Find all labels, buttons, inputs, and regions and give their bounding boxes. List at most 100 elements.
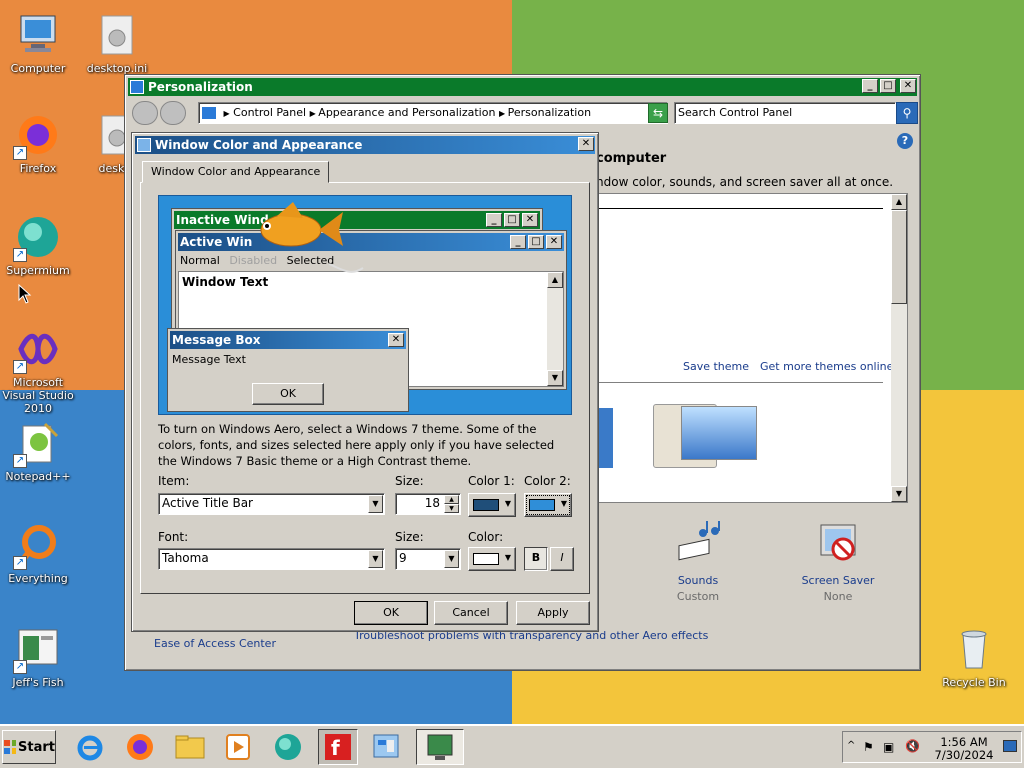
close-button[interactable]: ✕: [900, 79, 916, 93]
maximize-button[interactable]: □: [880, 79, 896, 93]
desktop-icon-label: Firefox: [19, 162, 57, 175]
shortcut-arrow-icon: ↗: [13, 660, 27, 674]
help-icon[interactable]: ?: [897, 133, 913, 149]
back-button[interactable]: [132, 101, 158, 125]
spin-down-icon[interactable]: ▼: [444, 504, 459, 513]
preview-msgbox-ok: OK: [252, 383, 324, 405]
color1-picker[interactable]: ▼: [468, 493, 516, 517]
font-color-picker[interactable]: ▼: [468, 547, 516, 571]
supermium-icon: [275, 734, 301, 760]
forward-button[interactable]: [160, 101, 186, 125]
dialog-close-button[interactable]: ✕: [578, 137, 594, 151]
ok-button[interactable]: OK: [354, 601, 428, 625]
desktop-icon-visual-studio[interactable]: ↗ Microsoft Visual Studio 2010: [0, 326, 76, 415]
control-panel-icon: [202, 107, 216, 119]
item-select-value: Active Title Bar: [162, 496, 253, 510]
taskbar-control-panel[interactable]: [366, 729, 406, 765]
breadcrumb-item[interactable]: Personalization: [508, 106, 591, 119]
sounds-icon: [678, 521, 720, 561]
dialog-title-bar[interactable]: Window Color and Appearance ✕: [135, 136, 595, 154]
shortcut-arrow-icon: ↗: [13, 146, 27, 160]
screen-saver-label[interactable]: Screen Saver: [798, 574, 878, 587]
get-more-themes-link[interactable]: Get more themes online: [760, 360, 893, 373]
window-color-dialog: Window Color and Appearance ✕ Window Col…: [131, 132, 599, 632]
breadcrumb-item[interactable]: Appearance and Personalization: [318, 106, 495, 119]
theme-thumbnail[interactable]: [597, 408, 613, 468]
taskbar-supermium[interactable]: [268, 729, 308, 765]
desktop-icon-computer[interactable]: Computer: [0, 12, 76, 75]
desktop-icon-everything[interactable]: ↗ Everything: [0, 522, 76, 585]
desktop-icon-recycle-bin[interactable]: Recycle Bin: [936, 626, 1012, 689]
color2-label: Color 2:: [524, 474, 571, 488]
chevron-down-icon[interactable]: ▼: [368, 495, 383, 513]
volume-muted-icon[interactable]: 🔇: [905, 739, 920, 753]
address-bar[interactable]: ▶ Control Panel ▶ Appearance and Persona…: [198, 102, 668, 124]
desktop-icon-notepad-plus-plus[interactable]: ↗ Notepad++: [0, 420, 76, 483]
minimize-button[interactable]: _: [862, 79, 878, 93]
shortcut-arrow-icon: ↗: [13, 454, 27, 468]
chevron-down-icon[interactable]: ▼: [368, 550, 383, 568]
taskbar-firefox[interactable]: [120, 729, 160, 765]
search-input[interactable]: Search Control Panel: [674, 102, 896, 124]
preview-minimize-icon: _: [510, 235, 526, 249]
preview-maximize-icon: □: [504, 213, 520, 227]
notepad-plus-plus-icon: ↗: [13, 420, 61, 468]
apply-button[interactable]: Apply: [516, 601, 590, 625]
spin-up-icon[interactable]: ▲: [444, 495, 459, 504]
theme-thumbnail[interactable]: [681, 406, 757, 460]
refresh-icon[interactable]: ⇆: [648, 103, 668, 123]
sounds-value: Custom: [676, 590, 720, 603]
taskbar-explorer[interactable]: [170, 729, 210, 765]
save-theme-link[interactable]: Save theme: [683, 360, 749, 373]
windows-logo-icon: [4, 740, 17, 754]
jeffs-fish-icon: ↗: [13, 626, 61, 674]
themes-scrollbar[interactable]: ▲ ▼: [891, 194, 907, 502]
desktop-icon-firefox[interactable]: ↗ Firefox: [0, 112, 76, 175]
action-center-flag-icon[interactable]: ⚑: [863, 740, 874, 754]
start-label: Start: [18, 739, 55, 755]
italic-toggle[interactable]: I: [550, 547, 574, 571]
desktop-icon-jeffs-fish[interactable]: ↗ Jeff's Fish: [0, 626, 76, 689]
clock-date: 7/30/2024: [934, 748, 994, 762]
show-hidden-icons-icon[interactable]: ^: [847, 740, 855, 751]
cancel-button[interactable]: Cancel: [434, 601, 508, 625]
navigation-bar: ▶ Control Panel ▶ Appearance and Persona…: [128, 99, 918, 127]
color2-picker[interactable]: ▼: [524, 493, 572, 517]
tab-window-color[interactable]: Window Color and Appearance: [142, 161, 330, 183]
item-select[interactable]: Active Title Bar ▼: [158, 493, 385, 515]
control-panel-icon: [130, 80, 144, 94]
taskbar-personalization[interactable]: [416, 729, 464, 765]
sounds-setting[interactable]: Sounds Custom: [668, 521, 728, 603]
search-icon[interactable]: ⚲: [896, 102, 918, 124]
scroll-up-icon[interactable]: ▲: [891, 194, 907, 210]
taskbar-media-player[interactable]: [218, 729, 258, 765]
size-spinner[interactable]: 18 ▲ ▼: [395, 493, 461, 515]
flash-icon: f: [325, 734, 351, 760]
show-desktop-icon[interactable]: [1003, 740, 1017, 752]
font-size-select[interactable]: 9 ▼: [395, 548, 461, 570]
size-label: Size:: [395, 474, 424, 488]
scrollbar-thumb[interactable]: [891, 210, 907, 304]
start-button[interactable]: Start: [2, 730, 56, 764]
folder-icon: [175, 735, 205, 759]
taskbar-ie[interactable]: [70, 729, 110, 765]
font-color-swatch: [473, 553, 499, 565]
scroll-down-icon[interactable]: ▼: [891, 486, 907, 502]
network-icon[interactable]: ▣: [883, 740, 894, 754]
desktop-icon-supermium[interactable]: ↗ Supermium: [0, 214, 76, 277]
ease-of-access-link[interactable]: Ease of Access Center: [154, 637, 276, 650]
breadcrumb-item[interactable]: Control Panel: [233, 106, 306, 119]
screen-saver-setting[interactable]: Screen Saver None: [798, 521, 878, 603]
personalization-title-bar[interactable]: Personalization _ □ ✕: [128, 78, 917, 96]
screen-saver-icon: [820, 524, 856, 561]
divider: [597, 382, 883, 383]
taskbar-flash[interactable]: f: [318, 729, 358, 765]
desktop-icon-desktop-ini[interactable]: desktop.ini: [79, 12, 155, 75]
font-select[interactable]: Tahoma ▼: [158, 548, 385, 570]
bold-toggle[interactable]: B: [524, 547, 548, 571]
clock[interactable]: 1:56 AM 7/30/2024: [927, 736, 1001, 762]
chevron-down-icon[interactable]: ▼: [444, 550, 459, 568]
breadcrumb-chevron-icon: ▶: [223, 109, 230, 118]
preview-msgbox-title-text: Message Box: [172, 333, 261, 347]
sounds-label[interactable]: Sounds: [668, 574, 728, 587]
